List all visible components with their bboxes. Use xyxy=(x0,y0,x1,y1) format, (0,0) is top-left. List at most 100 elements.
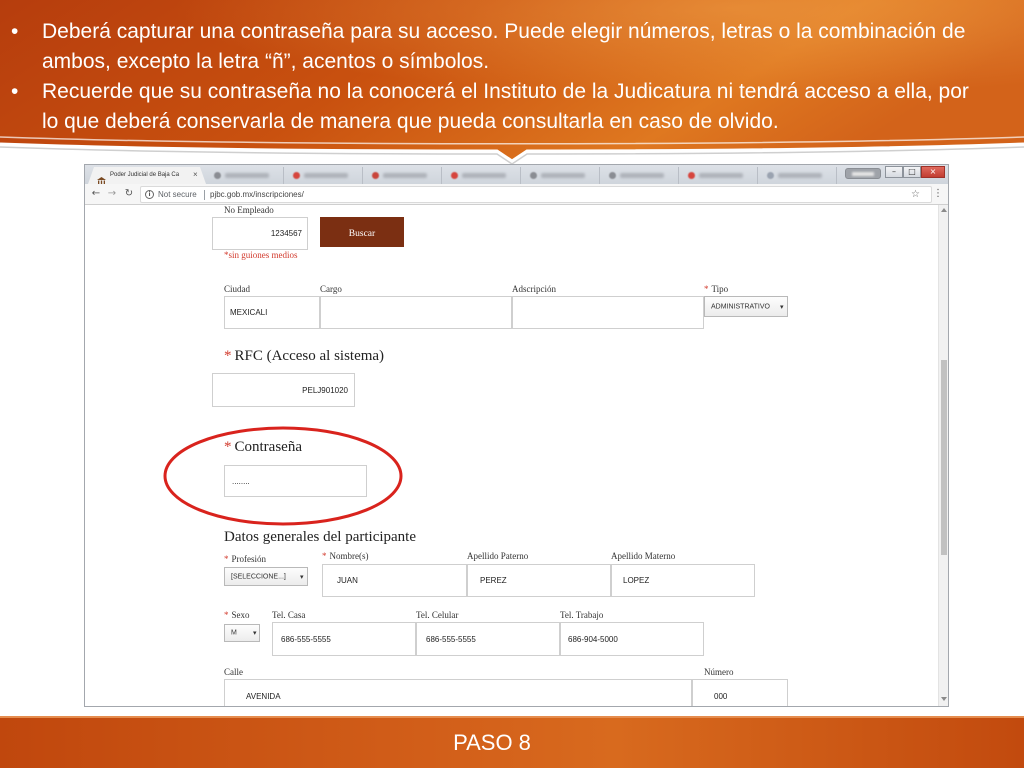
tel-casa-label: Tel. Casa xyxy=(272,610,306,620)
calle-label: Calle xyxy=(224,667,243,677)
building-favicon-icon xyxy=(97,172,106,184)
blurred-tab-title xyxy=(462,173,506,178)
close-icon[interactable]: × xyxy=(193,170,198,180)
sexo-select[interactable]: M ▾ xyxy=(224,624,260,642)
nombre-input[interactable] xyxy=(322,564,467,597)
browser-tab-active[interactable]: Poder Judicial de Baja Ca × xyxy=(88,167,206,184)
back-arrow-icon[interactable]: ← xyxy=(90,187,102,201)
tel-trabajo-input[interactable] xyxy=(560,622,704,656)
page-content: No Empleado Buscar *sin guiones medios C… xyxy=(85,205,938,706)
tipo-select[interactable]: ADMINISTRATIVO ▾ xyxy=(704,296,788,317)
profile-badge[interactable] xyxy=(845,168,881,179)
favicon-icon xyxy=(767,172,774,179)
required-mark: * xyxy=(704,284,709,294)
instruction-list: Deberá capturar una contraseña para su a… xyxy=(0,17,1024,137)
profesion-label-text: Profesión xyxy=(231,554,267,564)
slide-header: Deberá capturar una contraseña para su a… xyxy=(0,0,1024,172)
chevron-down-icon: ▾ xyxy=(300,572,304,581)
section-title: Datos generales del participante xyxy=(224,529,416,545)
blurred-tab-title xyxy=(383,173,427,178)
browser-tab[interactable] xyxy=(364,167,442,184)
tipo-label-text: Tipo xyxy=(711,284,729,294)
tel-celular-label: Tel. Celular xyxy=(416,610,459,620)
reload-icon[interactable]: ↻ xyxy=(123,187,135,201)
adscripcion-input[interactable] xyxy=(512,296,704,329)
numero-label: Número xyxy=(704,667,734,677)
blurred-profile-name xyxy=(852,172,874,176)
step-title: PASO 8 xyxy=(453,730,531,755)
nombre-label: * Nombre(s) xyxy=(322,551,369,562)
required-mark: * xyxy=(224,439,232,455)
blurred-tab-title xyxy=(778,173,822,178)
adscripcion-label: Adscripción xyxy=(512,284,556,294)
tab-title: Poder Judicial de Baja Ca xyxy=(110,172,180,178)
cargo-input[interactable] xyxy=(320,296,512,329)
numero-input[interactable] xyxy=(692,679,788,706)
bullet-icon xyxy=(11,77,18,107)
browser-tab[interactable] xyxy=(443,167,521,184)
info-icon[interactable]: i xyxy=(145,190,154,199)
maximize-icon[interactable]: □ xyxy=(903,166,921,178)
scroll-up-icon[interactable] xyxy=(941,208,947,212)
ciudad-input[interactable] xyxy=(224,296,320,329)
blurred-tab-title xyxy=(620,173,664,178)
contrasena-heading: * Contraseña xyxy=(224,438,302,456)
browser-tab-strip: Poder Judicial de Baja Ca × – □ × xyxy=(85,165,948,184)
favicon-icon xyxy=(372,172,379,179)
window-close-icon[interactable]: × xyxy=(921,166,945,178)
instruction-text: Deberá capturar una contraseña para su a… xyxy=(42,20,966,73)
omnibox-divider xyxy=(204,190,205,200)
forward-arrow-icon[interactable]: → xyxy=(106,187,118,201)
nombre-label-text: Nombre(s) xyxy=(329,551,369,561)
browser-tab[interactable] xyxy=(522,167,600,184)
scroll-down-icon[interactable] xyxy=(941,697,947,701)
required-mark: * xyxy=(224,348,232,364)
profesion-selected-value: [SELECCIONE...] xyxy=(231,573,286,580)
tel-celular-input[interactable] xyxy=(416,622,560,656)
sexo-selected-value: M xyxy=(231,629,237,637)
chevron-down-icon: ▾ xyxy=(253,629,257,637)
browser-tab[interactable] xyxy=(680,167,758,184)
sexo-label-text: Sexo xyxy=(231,610,250,620)
buscar-button[interactable]: Buscar xyxy=(320,217,404,247)
cargo-label: Cargo xyxy=(320,284,342,294)
instruction-item: Deberá capturar una contraseña para su a… xyxy=(0,17,980,77)
favicon-icon xyxy=(609,172,616,179)
url-text[interactable]: pjbc.gob.mx/inscripciones/ xyxy=(210,190,304,200)
browser-tab[interactable] xyxy=(601,167,679,184)
browser-tab[interactable] xyxy=(285,167,363,184)
bullet-icon xyxy=(11,17,18,47)
omnibox[interactable]: i Not secure pjbc.gob.mx/inscripciones/ … xyxy=(140,186,932,203)
apellido-materno-input[interactable] xyxy=(611,564,755,597)
scrollbar-thumb[interactable] xyxy=(941,360,947,555)
instruction-item: Recuerde que su contraseña no la conocer… xyxy=(0,77,980,137)
calle-input[interactable] xyxy=(224,679,692,706)
tipo-selected-value: ADMINISTRATIVO xyxy=(711,303,770,310)
rfc-heading: * RFC (Acceso al sistema) xyxy=(224,347,384,365)
favicon-icon xyxy=(293,172,300,179)
security-label[interactable]: Not secure xyxy=(158,190,197,200)
required-mark: * xyxy=(322,551,327,561)
kebab-menu-icon[interactable]: ⋮ xyxy=(933,187,943,201)
sexo-label: * Sexo xyxy=(224,610,250,621)
password-input[interactable] xyxy=(224,465,367,497)
required-mark: * xyxy=(224,610,229,620)
no-empleado-input[interactable] xyxy=(212,217,308,250)
chevron-down-icon: ▾ xyxy=(780,302,784,311)
tel-casa-input[interactable] xyxy=(272,622,416,656)
browser-window: Poder Judicial de Baja Ca × – □ × ← → ↻ … xyxy=(85,165,948,706)
browser-tab[interactable] xyxy=(206,167,284,184)
apellido-paterno-input[interactable] xyxy=(467,564,611,597)
blurred-tab-title xyxy=(699,173,743,178)
address-bar: ← → ↻ i Not secure pjbc.gob.mx/inscripci… xyxy=(85,184,948,205)
tel-trabajo-label: Tel. Trabajo xyxy=(560,610,604,620)
star-icon[interactable]: ☆ xyxy=(911,188,920,201)
browser-tab[interactable] xyxy=(759,167,837,184)
rfc-input[interactable] xyxy=(212,373,355,407)
minimize-icon[interactable]: – xyxy=(885,166,903,178)
apellido-materno-label: Apellido Materno xyxy=(611,551,676,561)
rfc-heading-text: RFC (Acceso al sistema) xyxy=(234,348,385,364)
vertical-scrollbar[interactable] xyxy=(938,205,948,706)
profesion-label: * Profesión xyxy=(224,554,266,565)
profesion-select[interactable]: [SELECCIONE...] ▾ xyxy=(224,567,308,586)
